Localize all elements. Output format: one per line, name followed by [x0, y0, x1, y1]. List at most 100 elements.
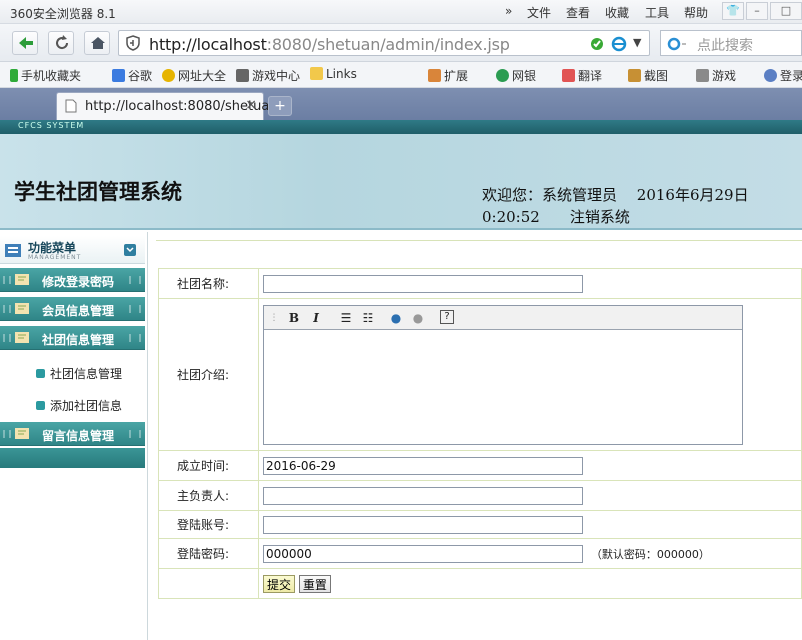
fav-hao123-label: 网址大全 — [178, 69, 227, 83]
menu-help[interactable]: 帮助 — [684, 4, 708, 21]
tab-bar: http://localhost:8080/shetua × + — [0, 88, 802, 120]
sidebar-item-change-password[interactable]: 修改登录密码 — [0, 268, 145, 292]
leader-cell — [258, 480, 802, 511]
sidebar-item-members[interactable]: 会员信息管理 — [0, 297, 145, 321]
fav-google[interactable]: 谷歌 — [112, 67, 152, 84]
ie-engine-icon[interactable] — [611, 36, 627, 52]
home-icon — [91, 37, 105, 49]
menu-item-icon — [15, 428, 29, 439]
intro-rich-editor[interactable]: ⋮ B I ☰ ☷ ● ● ? — [263, 304, 743, 445]
shield-icon — [126, 35, 140, 51]
refresh-button[interactable] — [48, 31, 74, 55]
search-placeholder: 点此搜索 — [697, 38, 753, 54]
menu-tools[interactable]: 工具 — [645, 4, 669, 21]
fav-screenshot[interactable]: 截图 — [628, 67, 668, 84]
menu-file[interactable]: 文件 — [527, 4, 551, 21]
fav-extensions[interactable]: 扩展 — [428, 67, 468, 84]
form-row-account: 登陆账号: — [158, 510, 802, 539]
fav-translate[interactable]: 翻译 — [562, 67, 602, 84]
fav-mobile[interactable]: 手机收藏夹 — [10, 67, 81, 84]
founded-date-input[interactable] — [263, 456, 583, 475]
unordered-list-icon[interactable]: ☷ — [360, 310, 376, 326]
password-cell: （默认密码：000000） — [258, 538, 802, 569]
fav-hao123[interactable]: 网址大全 — [162, 67, 226, 84]
address-bar[interactable]: http://localhost:8080/shetuan/admin/inde… — [118, 30, 650, 56]
menu-header-icon — [5, 244, 21, 257]
safe-status-icon[interactable] — [589, 36, 605, 52]
bank-icon — [496, 69, 509, 82]
sidebar-item-label: 修改登录密码 — [42, 275, 115, 289]
form-row-password: 登陆密码: （默认密码：000000） — [158, 538, 802, 569]
sidebar-subtitle: MANAGEMENT — [28, 254, 82, 261]
editor-toolbar: ⋮ B I ☰ ☷ ● ● ? — [264, 305, 742, 330]
grip-icon — [3, 276, 11, 284]
menu-view[interactable]: 查看 — [566, 4, 590, 21]
date-label: 成立时间: — [158, 450, 259, 481]
fav-screenshot-label: 截图 — [644, 69, 669, 83]
account-input[interactable] — [263, 515, 583, 534]
grip-icon — [3, 334, 11, 342]
gamepad-icon — [236, 69, 249, 82]
home-button[interactable] — [84, 31, 110, 55]
fav-login[interactable]: 登录 — [764, 67, 802, 84]
page-title: 学生社团管理系统 — [14, 179, 182, 204]
tab-close-icon[interactable]: × — [245, 97, 257, 113]
new-tab-button[interactable]: + — [268, 96, 292, 116]
back-button[interactable] — [12, 31, 38, 55]
link-icon[interactable]: ● — [388, 310, 404, 326]
submit-button[interactable]: 提交 — [263, 574, 296, 593]
collapse-icon[interactable] — [124, 244, 136, 256]
subitem-club-manage[interactable]: 社团信息管理 — [36, 365, 122, 382]
reset-button[interactable]: 重置 — [298, 574, 331, 593]
grip-icon — [129, 430, 141, 438]
club-form: 社团名称: 社团介绍: ⋮ B I ☰ ☷ ● ● ? 成立时间: 2016-0… — [158, 268, 802, 599]
fav-games[interactable]: 游戏中心 — [236, 67, 300, 84]
leader-input[interactable] — [263, 486, 583, 505]
sidebar-item-messages[interactable]: 留言信息管理 — [0, 422, 145, 446]
minimize-icon[interactable]: – — [746, 2, 768, 20]
skin-icon[interactable]: 👕 — [722, 2, 744, 20]
intro-cell: ⋮ B I ☰ ☷ ● ● ? — [258, 298, 802, 451]
google-icon — [112, 69, 125, 82]
search-engine-icon[interactable] — [667, 36, 689, 52]
sidebar-item-clubs[interactable]: 社团信息管理 — [0, 326, 145, 350]
address-dropdown-icon[interactable]: ▼ — [633, 36, 641, 49]
subitem-add-club[interactable]: 添加社团信息 — [36, 397, 122, 414]
game-icon — [696, 69, 709, 82]
grip-icon — [3, 305, 11, 313]
intro-label: 社团介绍: — [158, 298, 259, 451]
fav-links[interactable]: Links — [310, 67, 357, 81]
fav-google-label: 谷歌 — [128, 69, 153, 83]
maximize-icon[interactable]: □ — [770, 2, 802, 20]
fav-game2[interactable]: 游戏 — [696, 67, 736, 84]
content-divider — [156, 240, 802, 241]
bullet-icon — [36, 401, 45, 410]
search-box[interactable]: 点此搜索 — [660, 30, 802, 56]
browser-nav-bar: http://localhost:8080/shetuan/admin/inde… — [0, 24, 802, 62]
bold-icon[interactable]: B — [286, 310, 302, 326]
menu-favorites[interactable]: 收藏 — [605, 4, 629, 21]
address-host: http://localhost — [149, 35, 267, 54]
unlink-icon[interactable]: ● — [410, 310, 426, 326]
club-name-input[interactable] — [263, 274, 583, 293]
toolbar-grip-icon: ⋮ — [269, 312, 279, 323]
password-input[interactable] — [263, 544, 583, 563]
help-icon[interactable]: ? — [440, 309, 454, 324]
browser-app-title: 360安全浏览器 8.1 — [10, 7, 116, 21]
fav-mobile-label: 手机收藏夹 — [21, 69, 82, 83]
welcome-line-2[interactable]: 0:20:52 注销系统 — [482, 206, 749, 228]
browser-tab[interactable]: http://localhost:8080/shetua × — [56, 92, 269, 120]
password-hint: （默认密码：000000） — [590, 547, 710, 561]
ordered-list-icon[interactable]: ☰ — [338, 310, 354, 326]
form-row-date: 成立时间: — [158, 450, 802, 481]
tab-title: http://localhost:8080/shetua — [85, 99, 270, 114]
welcome-info: 欢迎您：系统管理员 2016年6月29日 0:20:52 注销系统 — [482, 184, 749, 228]
extension-icon — [428, 69, 441, 82]
actions-cell: 提交 重置 — [258, 568, 802, 599]
address-path: :8080/shetuan/admin/index.jsp — [266, 35, 510, 54]
form-row-leader: 主负责人: — [158, 480, 802, 511]
menu-chevron-icon[interactable]: » — [505, 4, 512, 18]
fav-bank[interactable]: 网银 — [496, 67, 536, 84]
italic-icon[interactable]: I — [308, 310, 324, 326]
app-header: 学生社团管理系统 欢迎您：系统管理员 2016年6月29日 0:20:52 注销… — [0, 134, 802, 230]
